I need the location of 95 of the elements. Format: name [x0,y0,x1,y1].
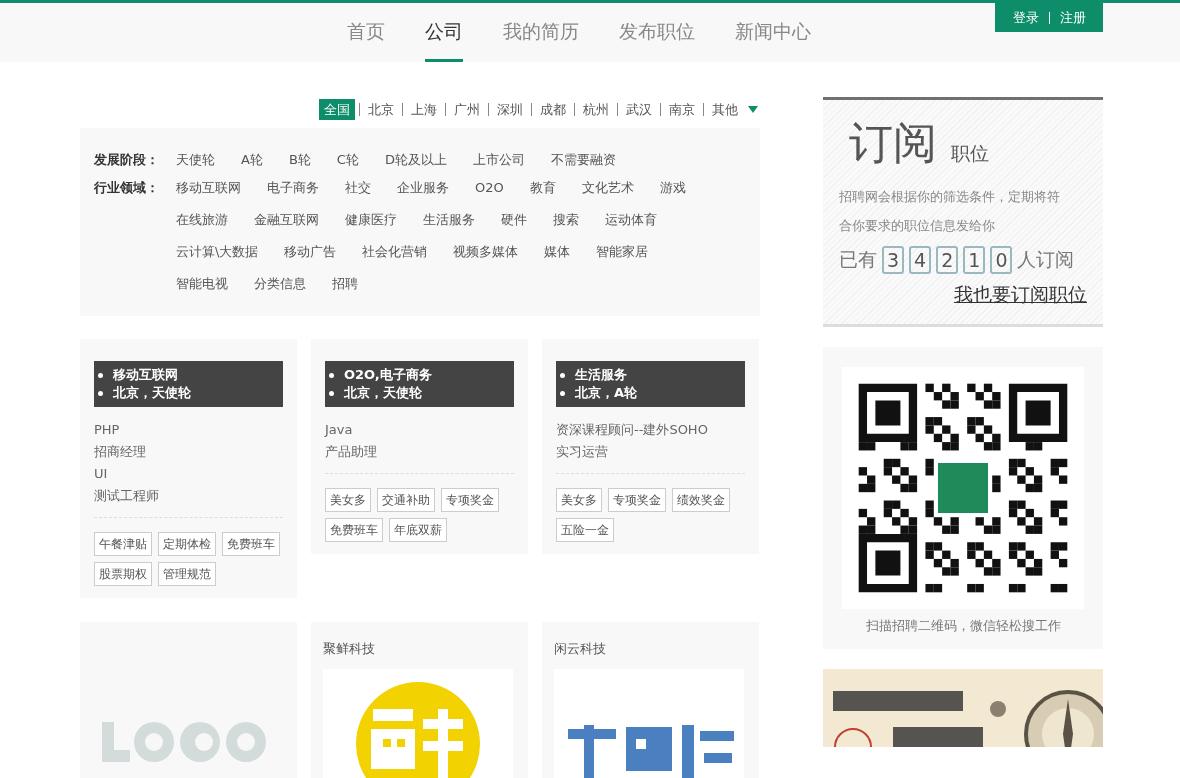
company-tag: 北京，天使轮 [113,384,191,402]
city-filter[interactable]: 杭州 [574,102,617,116]
perk-tag: 年底双薪 [389,518,447,542]
city-filter[interactable]: 深圳 [488,102,531,116]
company-tag: 移动互联网 [113,366,178,384]
count-digit: 2 [936,246,959,274]
nav-tab[interactable]: 公司 [425,3,463,62]
perk-tag: 五险一金 [556,518,614,542]
company-name: 聚鲜科技 [323,640,376,658]
filter-option[interactable]: 移动广告 [284,240,337,264]
filter-option[interactable]: 天使轮 [176,148,215,172]
perk-tag: 绩效奖金 [672,488,730,512]
city-filter[interactable]: 南京 [660,102,703,116]
caret-icon[interactable] [748,105,758,113]
subscribe-link[interactable]: 我也要订阅职位 [954,282,1087,308]
company-tag: 生活服务 [575,366,627,384]
company-tag: O2O,电子商务 [344,366,432,384]
city-filter[interactable]: 北京 [359,102,402,116]
filter-option[interactable]: 生活服务 [423,208,475,232]
filter-option[interactable]: 视频多媒体 [453,240,519,264]
job-link[interactable]: 产品助理 [325,441,514,463]
filter-option[interactable]: 搜索 [553,208,579,232]
company-name: 闲云科技 [554,640,607,658]
job-link[interactable]: 实习运营 [556,441,745,463]
filter-option[interactable]: 智能电视 [176,272,228,296]
perk-tag: 专项奖金 [441,488,499,512]
count-digit: 3 [882,246,905,274]
filter-option[interactable]: 不需要融资 [550,148,616,172]
filter-option[interactable]: 分类信息 [254,272,306,296]
perk-tag: 美女多 [556,488,602,512]
bullet-icon [98,372,103,378]
job-link[interactable]: PHP [94,419,283,441]
filter-option[interactable]: 移动互联网 [176,176,241,200]
bullet-icon [329,390,334,396]
subscribe-title: 订阅 [849,118,937,168]
bullet-icon [560,372,565,378]
filter-option[interactable]: 招聘 [332,272,358,296]
filter-option[interactable]: 电子商务 [267,176,319,200]
filter-label: 行业领域： [94,179,160,197]
count-digit: 4 [909,246,932,274]
city-filter[interactable]: 广州 [445,102,488,116]
filter-option[interactable]: 运动体育 [605,208,657,232]
count-digit: 1 [963,246,986,274]
filter-option[interactable]: 云计算\大数据 [176,240,259,264]
city-filter[interactable]: 全国 [319,98,355,120]
filter-option[interactable]: 在线旅游 [176,208,228,232]
job-link[interactable]: 资深课程顾问--建外SOHO [556,419,745,441]
filter-option[interactable]: 社交 [345,176,371,200]
qr-caption: 扫描招聘二维码，微信轻松搜工作 [865,617,1061,635]
perk-tag: 交通补助 [377,488,435,512]
filter-option[interactable]: C轮 [336,148,359,172]
filter-option[interactable]: A轮 [241,148,263,172]
perk-tag: 股票期权 [94,562,152,586]
perk-tag: 午餐津贴 [94,532,152,556]
perk-tag: 免费班车 [325,518,383,542]
perk-tag: 免费班车 [222,532,280,556]
filter-option[interactable]: B轮 [288,148,311,172]
filter-option[interactable]: 智能家居 [596,240,649,264]
filter-option[interactable]: 教育 [529,176,556,200]
subscribe-description: 招聘网会根据你的筛选条件，定期将符合你要求的职位信息发给你 [839,188,1061,235]
job-link[interactable]: 测试工程师 [94,485,283,507]
login-link[interactable]: 登录 [1012,8,1039,27]
filter-option[interactable]: 上市公司 [472,148,525,172]
filter-option[interactable]: 游戏 [659,176,686,200]
job-link[interactable]: 招商经理 [94,441,283,463]
company-tag: 北京，天使轮 [344,384,422,402]
job-link[interactable]: Java [325,419,514,441]
city-filter[interactable]: 其他 [703,102,746,116]
filter-option[interactable]: 硬件 [501,208,527,232]
filter-option[interactable]: 健康医疗 [345,208,397,232]
city-filter[interactable]: 武汉 [617,102,660,116]
subscribe-subtitle: 职位 [951,141,989,166]
city-filter[interactable]: 成都 [531,102,574,116]
count-digit: 0 [990,246,1013,274]
perk-tag: 管理规范 [158,562,216,586]
filter-option[interactable]: 媒体 [544,240,571,264]
filter-option[interactable]: 文化艺术 [581,176,634,200]
filter-label: 发展阶段： [94,151,160,169]
filter-option[interactable]: O2O [475,176,504,200]
count-suffix: 人订阅 [1017,247,1075,272]
perk-tag: 美女多 [325,488,371,512]
bullet-icon [329,372,334,378]
register-link[interactable]: 注册 [1059,8,1086,27]
company-tag: 北京，A轮 [575,384,638,402]
filter-option[interactable]: 金融互联网 [254,208,319,232]
perk-tag: 专项奖金 [608,488,666,512]
count-prefix: 已有 [839,247,877,272]
perk-tag: 定期体检 [158,532,216,556]
city-filter[interactable]: 上海 [402,102,445,116]
job-link[interactable]: UI [94,463,283,485]
filter-option[interactable]: 社会化营销 [362,240,428,264]
bullet-icon [98,390,103,396]
filter-option[interactable]: 企业服务 [397,176,449,200]
filter-option[interactable]: D轮及以上 [384,148,447,172]
bullet-icon [560,390,565,396]
